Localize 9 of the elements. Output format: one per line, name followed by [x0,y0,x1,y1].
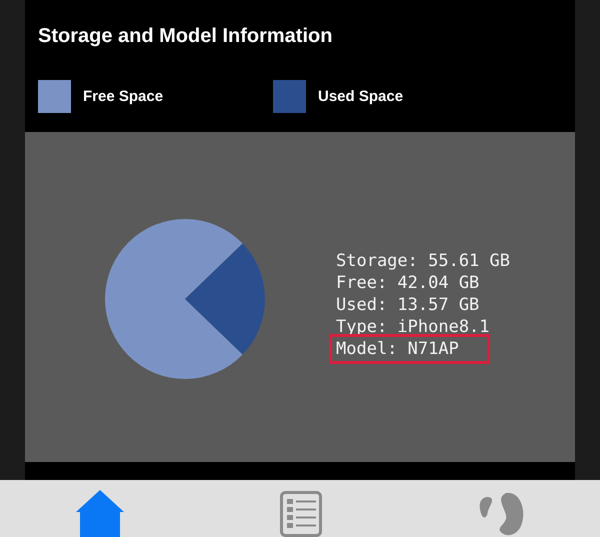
info-line: Used: 13.57 GB [335,294,480,316]
info-line: Type: iPhone8.1 [335,316,491,338]
list-icon[interactable] [280,491,322,537]
home-icon[interactable] [75,489,125,537]
legend-label: Used Space [318,88,404,104]
section-title: Storage and Model Information [37,24,334,49]
info-line: Free: 42.04 GB [335,272,480,294]
info-line: Storage: 55.61 GB [335,250,511,272]
legend-label: Free Space [83,88,164,104]
